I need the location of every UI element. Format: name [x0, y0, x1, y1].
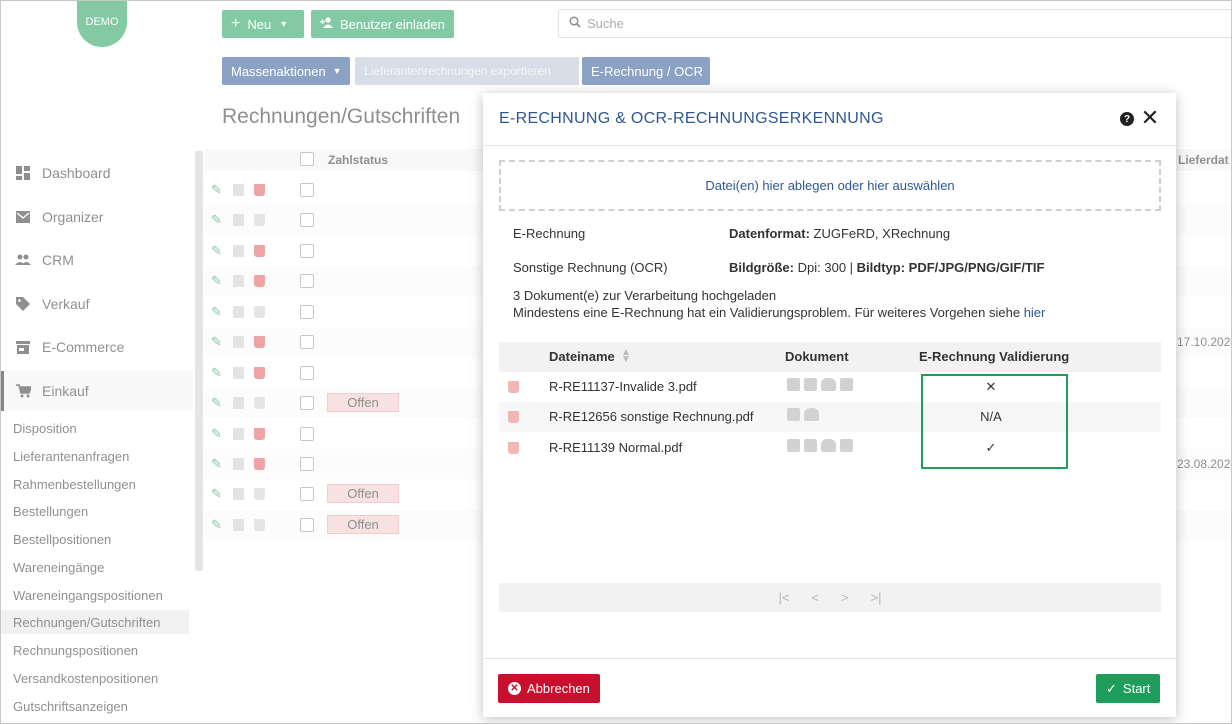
column-filename[interactable]: Dateiname — [549, 349, 615, 364]
cloud-icon[interactable] — [821, 439, 836, 452]
erechnung-label: E-Rechnung — [513, 226, 586, 241]
close-icon[interactable]: ✕ — [1139, 105, 1161, 130]
prev-page-icon[interactable]: < — [811, 590, 819, 605]
column-validation: E-Rechnung Validierung — [919, 349, 1070, 364]
file-dropzone[interactable]: Datei(en) hier ablegen oder hier auswähl… — [499, 160, 1161, 211]
last-page-icon[interactable]: >| — [871, 590, 882, 605]
file-icon[interactable] — [804, 378, 817, 391]
file-name: R-RE11137-Invalide 3.pdf — [549, 379, 697, 394]
modal-title: E-RECHNUNG & OCR-RECHNUNGSERKENNUNG — [499, 110, 884, 127]
dropzone-label: Datei(en) hier ablegen oder hier auswähl… — [705, 178, 955, 193]
cloud-icon[interactable] — [804, 408, 819, 421]
help-link[interactable]: hier — [1024, 305, 1046, 320]
file-icon[interactable] — [804, 439, 817, 452]
cancel-icon: ✕ — [508, 682, 521, 695]
cancel-button[interactable]: ✕ Abbrechen — [498, 674, 600, 703]
document-actions — [787, 378, 853, 391]
file-name: R-RE12656 sonstige Rechnung.pdf — [549, 409, 754, 424]
cloud-icon[interactable] — [821, 378, 836, 391]
erechnung-modal: E-RECHNUNG & OCR-RECHNUNGSERKENNUNG ? ✕ … — [483, 93, 1176, 717]
delete-icon[interactable] — [508, 411, 519, 423]
app-window: DEMO Dashboard Organizer CRM Verkauf E-C… — [0, 0, 1232, 724]
document-actions — [787, 408, 819, 421]
divider — [483, 658, 1176, 659]
file-name: R-RE11139 Normal.pdf — [549, 440, 683, 455]
file-search-icon[interactable] — [840, 378, 853, 391]
preview-icon[interactable] — [787, 378, 800, 391]
delete-icon[interactable] — [508, 442, 519, 454]
cancel-label: Abbrechen — [527, 681, 590, 696]
document-actions — [787, 439, 853, 452]
type-key: Bildtyp: PDF/JPG/PNG/GIF/TIF — [856, 260, 1045, 275]
format-value: ZUGFeRD, XRechnung — [813, 226, 951, 241]
file-search-icon[interactable] — [840, 439, 853, 452]
help-icon[interactable]: ? — [1120, 112, 1134, 126]
divider — [483, 145, 1176, 146]
ocr-format: Bildgröße: Dpi: 300 | Bildtyp: PDF/JPG/P… — [729, 260, 1044, 275]
size-value: Dpi: 300 | — [797, 260, 854, 275]
pagination: |< < > >| — [499, 583, 1161, 612]
column-document: Dokument — [785, 349, 849, 364]
validation-message: Mindestens eine E-Rechnung hat ein Valid… — [513, 305, 1045, 320]
preview-icon[interactable] — [787, 408, 800, 421]
validation-highlight-box — [921, 374, 1068, 469]
sort-icon[interactable]: ▲ ▼ — [621, 348, 631, 365]
check-icon: ✓ — [1106, 680, 1117, 696]
start-button[interactable]: ✓ Start — [1096, 674, 1161, 703]
next-page-icon[interactable]: > — [841, 590, 849, 605]
upload-message: 3 Dokument(e) zur Verarbeitung hochgelad… — [513, 288, 777, 303]
first-page-icon[interactable]: |< — [778, 590, 789, 605]
size-key: Bildgröße: — [729, 260, 794, 275]
erechnung-format: Datenformat: ZUGFeRD, XRechnung — [729, 226, 950, 241]
delete-icon[interactable] — [508, 381, 519, 393]
format-key: Datenformat: — [729, 226, 810, 241]
ocr-label: Sonstige Rechnung (OCR) — [513, 260, 668, 275]
validation-message-text: Mindestens eine E-Rechnung hat ein Valid… — [513, 305, 1021, 320]
start-label: Start — [1122, 681, 1151, 696]
preview-icon[interactable] — [787, 439, 800, 452]
